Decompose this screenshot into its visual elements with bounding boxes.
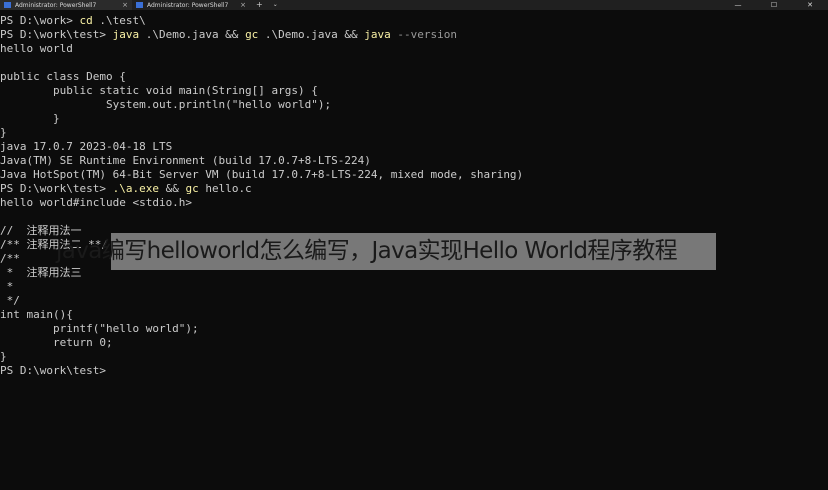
new-tab-button[interactable]: + — [250, 0, 269, 10]
argument: .\Demo.java && — [139, 28, 246, 41]
caption-text: java编写helloworld怎么编写，Java实现Hello World程序… — [56, 238, 678, 264]
argument: && — [158, 182, 186, 195]
terminal-line: /** — [0, 252, 20, 265]
terminal-line: public class Demo { — [0, 70, 126, 83]
terminal-line: PS D:\work> cd .\test\ — [0, 14, 146, 28]
window-controls: — ☐ ✕ — [720, 0, 828, 10]
close-icon[interactable]: × — [122, 1, 128, 9]
powershell-icon — [4, 2, 11, 8]
terminal-line: hello world#include <stdio.h> — [0, 196, 193, 209]
command: gc — [245, 28, 259, 41]
terminal-line: } — [0, 350, 7, 363]
powershell-icon — [136, 2, 143, 8]
tab-title: Administrator: PowerShell7 — [147, 1, 229, 9]
terminal-line: return 0; — [0, 336, 113, 349]
command: java — [112, 28, 140, 41]
title-bar: Administrator: PowerShell7 × Administrat… — [0, 0, 828, 10]
argument: .\test\ — [92, 14, 146, 27]
terminal-line: public static void main(String[] args) { — [0, 84, 318, 97]
prompt: PS D:\work\test> — [0, 182, 113, 195]
close-button[interactable]: ✕ — [792, 0, 828, 10]
command: cd — [79, 14, 93, 27]
terminal-line: PS D:\work\test> .\a.exe && gc hello.c — [0, 182, 252, 196]
terminal-line: } — [0, 112, 60, 125]
prompt: PS D:\work\test> — [0, 28, 113, 41]
tab-powershell-1[interactable]: Administrator: PowerShell7 × — [0, 0, 132, 10]
terminal-line: Java HotSpot(TM) 64-Bit Server VM (build… — [0, 168, 524, 181]
terminal-line: java 17.0.7 2023-04-18 LTS — [0, 140, 173, 153]
tab-title: Administrator: PowerShell7 — [15, 1, 97, 9]
terminal-line: } — [0, 126, 7, 139]
terminal-line: */ — [0, 294, 20, 307]
argument: .\Demo.java && — [258, 28, 365, 41]
terminal-line: System.out.println("hello world"); — [0, 98, 332, 111]
terminal-line: hello world — [0, 42, 73, 55]
command: .\a.exe — [112, 182, 159, 195]
terminal-line: * — [0, 280, 14, 293]
terminal-line: int main(){ — [0, 308, 73, 321]
maximize-button[interactable]: ☐ — [756, 0, 792, 10]
close-icon[interactable]: × — [240, 1, 246, 9]
argument: hello.c — [198, 182, 252, 195]
command: java — [364, 28, 391, 41]
command: gc — [185, 182, 199, 195]
minimize-button[interactable]: — — [720, 0, 756, 10]
terminal-line: printf("hello world"); — [0, 322, 199, 335]
tab-powershell-2[interactable]: Administrator: PowerShell7 × — [132, 0, 250, 10]
terminal-line: PS D:\work\test> java .\Demo.java && gc … — [0, 28, 457, 42]
parameter: --version — [390, 28, 458, 41]
terminal-line: Java(TM) SE Runtime Environment (build 1… — [0, 154, 371, 167]
chevron-down-icon[interactable]: ⌄ — [269, 0, 282, 10]
terminal-prompt[interactable]: PS D:\work\test> — [0, 364, 113, 378]
prompt: PS D:\work> — [0, 14, 80, 27]
